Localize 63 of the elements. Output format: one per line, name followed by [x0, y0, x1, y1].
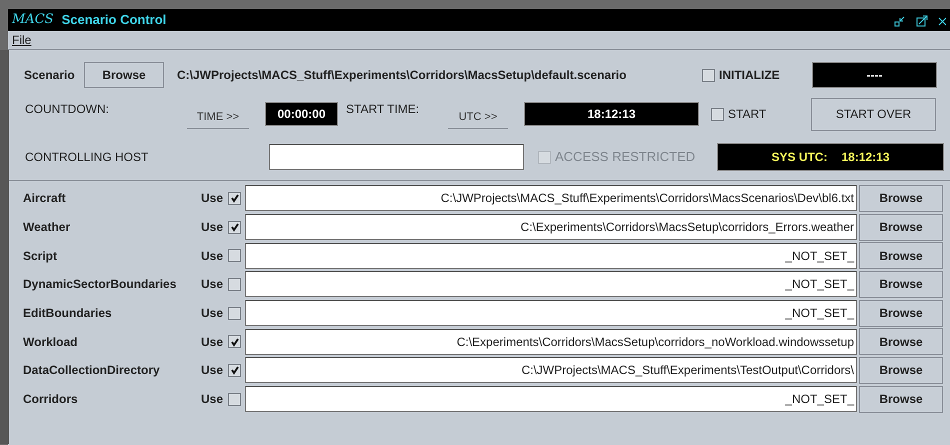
- start-time-label: START TIME:: [345, 101, 420, 118]
- checkbox[interactable]: [228, 278, 241, 291]
- start-label: START: [727, 106, 768, 123]
- initialize-label: INITIALIZE: [718, 67, 781, 84]
- checkbox[interactable]: [228, 306, 241, 320]
- checkbox[interactable]: [228, 192, 241, 205]
- use-label: Use: [200, 334, 224, 351]
- controlling-host-label: CONTROLLING HOST: [24, 149, 150, 166]
- file-label: EditBoundaries: [23, 305, 113, 322]
- use-label: Use: [200, 362, 224, 380]
- use-label: Use: [200, 248, 224, 265]
- time-button[interactable]: TIME >>: [187, 107, 249, 129]
- start-over-button[interactable]: START OVER: [811, 98, 936, 130]
- use-label: Use: [200, 219, 224, 236]
- path-field[interactable]: _NOT_SET_: [245, 271, 857, 298]
- browse-button[interactable]: Browse: [84, 62, 164, 88]
- file-label: Script: [23, 248, 58, 265]
- checkbox[interactable]: [228, 249, 241, 262]
- file-label: DynamicSectorBoundaries: [23, 276, 178, 294]
- menu-item[interactable]: File: [12, 31, 32, 49]
- start-time-display: 18:12:13: [524, 102, 699, 126]
- browse-button[interactable]: Browse: [859, 356, 943, 384]
- file-label: Workload: [23, 334, 78, 351]
- path-field[interactable]: C:\Experiments\Corridors\MacsSetup\corridors_Errors.weather: [245, 214, 857, 240]
- path-field[interactable]: _NOT_SET_: [245, 386, 857, 412]
- browse-button[interactable]: Browse: [859, 214, 943, 241]
- browse-button[interactable]: Browse: [859, 328, 943, 356]
- use-label: Use: [200, 276, 224, 294]
- use-label: Use: [200, 391, 224, 408]
- checkbox[interactable]: [702, 68, 715, 82]
- checkbox[interactable]: [228, 335, 241, 348]
- host-field[interactable]: [269, 144, 524, 170]
- scenario-path: C:\JWProjects\MACS_Stuff\Experiments\Corridors\MacsSetup\default.scenario: [176, 67, 628, 84]
- path-field[interactable]: _NOT_SET_: [245, 300, 857, 326]
- app-logo: MACS: [12, 11, 54, 30]
- checkbox[interactable]: [228, 364, 241, 377]
- sys-utc-time: 18:12:13: [841, 149, 890, 166]
- browse-button[interactable]: Browse: [859, 300, 943, 327]
- path-field[interactable]: C:\JWProjects\MACS_Stuff\Experiments\TestOutput\Corridors\: [245, 357, 857, 384]
- browse-button[interactable]: Browse: [859, 184, 943, 212]
- status-display: ----: [812, 62, 937, 88]
- browse-button[interactable]: Browse: [859, 242, 943, 270]
- checkbox[interactable]: [228, 220, 241, 234]
- file-label: DataCollectionDirectory: [23, 362, 161, 380]
- checkbox[interactable]: [711, 108, 724, 120]
- checkbox[interactable]: [228, 392, 241, 406]
- path-field[interactable]: _NOT_SET_: [245, 242, 857, 269]
- browse-button[interactable]: Browse: [859, 270, 943, 298]
- sys-utc-label: SYS UTC:: [771, 149, 828, 166]
- scenario-label: Scenario: [23, 67, 76, 84]
- file-label: Weather: [23, 219, 72, 236]
- window-title: Scenario Control: [62, 11, 166, 30]
- use-label: Use: [200, 190, 224, 208]
- file-label: Corridors: [23, 391, 79, 408]
- use-label: Use: [200, 305, 224, 322]
- path-field[interactable]: C:\Experiments\Corridors\MacsSetup\corridors_noWorkload.windowssetup: [245, 328, 857, 355]
- access-restricted-label: ACCESS RESTRICTED: [554, 148, 696, 166]
- utc-button[interactable]: UTC >>: [448, 107, 508, 129]
- path-field[interactable]: C:\JWProjects\MACS_Stuff\Experiments\Corridors\MacsScenarios\Dev\bl6.txt: [245, 185, 857, 212]
- browse-button[interactable]: Browse: [859, 386, 943, 413]
- file-label: Aircraft: [23, 190, 67, 208]
- countdown-label: COUNTDOWN:: [24, 101, 110, 118]
- countdown-display: 00:00:00: [265, 102, 338, 126]
